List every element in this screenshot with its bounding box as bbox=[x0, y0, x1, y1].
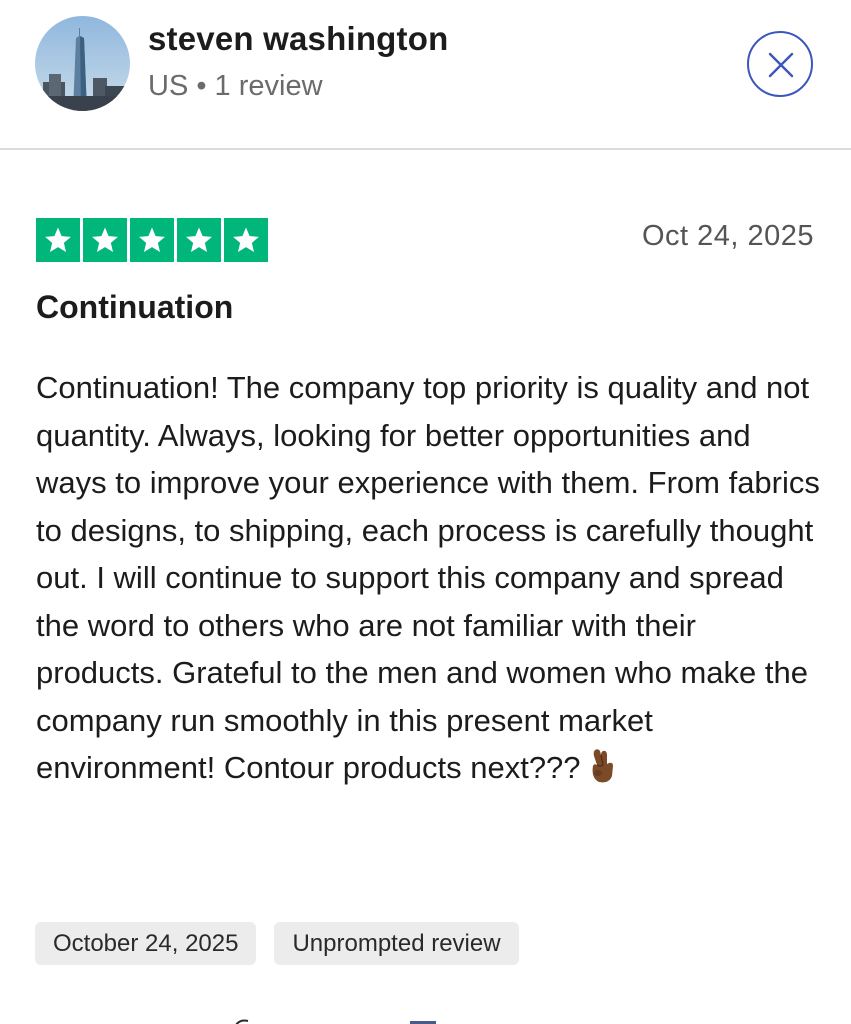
reviewer-header: steven washington US • 1 review bbox=[0, 0, 851, 150]
date-tag: October 24, 2025 bbox=[35, 922, 257, 965]
avatar[interactable] bbox=[35, 16, 130, 111]
close-icon bbox=[768, 52, 794, 78]
city-skyline-avatar-icon bbox=[35, 16, 130, 111]
review-tags: October 24, 2025 Unprompted review bbox=[35, 922, 519, 965]
crossed-fingers-icon bbox=[585, 746, 619, 798]
star-icon bbox=[36, 218, 80, 262]
unprompted-review-tag[interactable]: Unprompted review bbox=[274, 922, 519, 965]
review-body-text: Continuation! The company top priority i… bbox=[36, 370, 820, 785]
star-rating bbox=[36, 218, 268, 262]
review-detail-screen: steven washington US • 1 review Oct 24, … bbox=[0, 0, 851, 1024]
review-date: Oct 24, 2025 bbox=[641, 220, 814, 252]
reviewer-name: steven washington bbox=[148, 20, 449, 57]
reviewer-meta: US • 1 review bbox=[148, 70, 323, 102]
star-icon bbox=[130, 218, 174, 262]
review-body: Continuation! The company top priority i… bbox=[36, 364, 826, 798]
star-icon bbox=[224, 218, 268, 262]
close-button[interactable] bbox=[747, 31, 813, 97]
star-icon bbox=[83, 218, 127, 262]
star-icon bbox=[177, 218, 221, 262]
footer-actions-partial bbox=[0, 1012, 851, 1024]
review-title: Continuation bbox=[36, 289, 234, 325]
